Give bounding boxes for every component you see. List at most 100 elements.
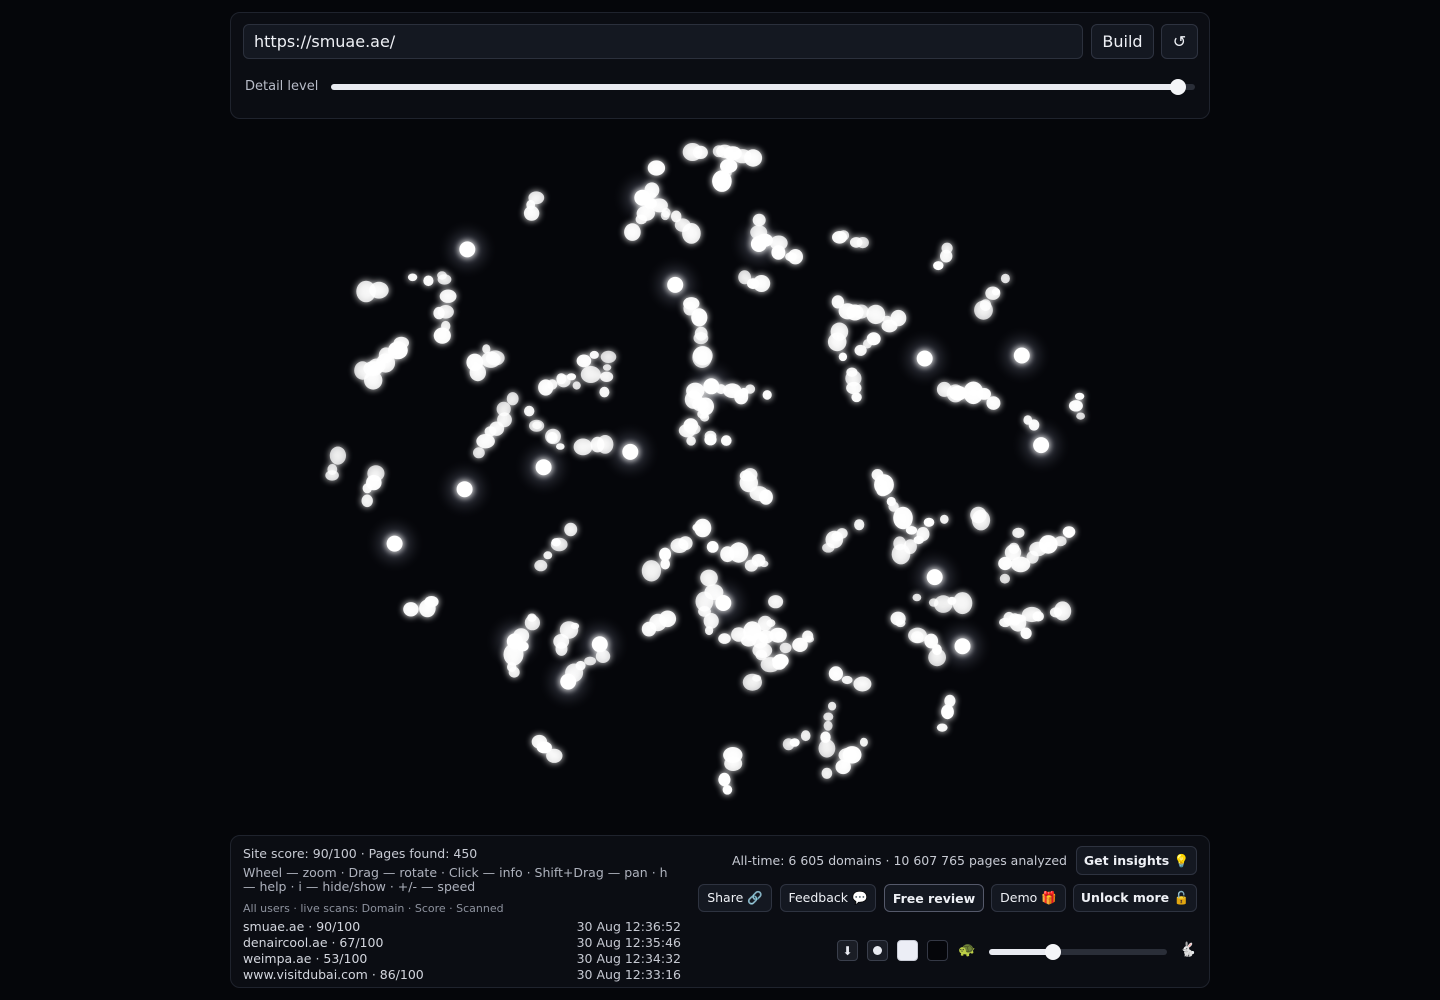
page-node[interactable]: [551, 538, 561, 547]
page-node[interactable]: [572, 381, 581, 390]
page-node[interactable]: [362, 483, 372, 494]
page-node[interactable]: [729, 542, 749, 563]
page-node[interactable]: [403, 602, 419, 617]
page-node[interactable]: [792, 637, 808, 653]
page-node[interactable]: [1068, 400, 1083, 412]
page-node[interactable]: [838, 230, 850, 241]
page-node[interactable]: [952, 592, 973, 615]
page-node[interactable]: [838, 352, 848, 362]
page-node[interactable]: [712, 170, 732, 192]
page-node[interactable]: [895, 619, 906, 628]
page-node[interactable]: [524, 615, 541, 631]
page-node[interactable]: [705, 626, 714, 636]
hub-node[interactable]: [750, 236, 767, 252]
page-node[interactable]: [600, 350, 617, 363]
page-node[interactable]: [524, 405, 535, 417]
page-node[interactable]: [986, 396, 1001, 410]
hub-node[interactable]: [506, 633, 523, 650]
detail-level-thumb[interactable]: [1169, 79, 1186, 95]
page-node[interactable]: [941, 704, 954, 720]
page-node[interactable]: [576, 354, 592, 368]
page-node[interactable]: [876, 485, 890, 497]
page-node[interactable]: [469, 364, 486, 382]
page-node[interactable]: [1012, 527, 1025, 539]
hub-node[interactable]: [715, 595, 732, 611]
page-node[interactable]: [1023, 415, 1033, 425]
page-node[interactable]: [691, 308, 708, 327]
page-node[interactable]: [564, 522, 578, 537]
hub-node[interactable]: [926, 569, 943, 586]
page-node[interactable]: [686, 436, 696, 446]
page-node[interactable]: [744, 149, 763, 167]
page-node[interactable]: [538, 379, 554, 396]
page-node[interactable]: [771, 245, 786, 260]
page-node[interactable]: [745, 384, 756, 394]
page-node[interactable]: [846, 381, 862, 395]
page-node[interactable]: [706, 541, 719, 553]
page-node[interactable]: [692, 397, 708, 412]
page-node[interactable]: [821, 767, 833, 779]
page-node[interactable]: [1000, 273, 1010, 284]
page-node[interactable]: [828, 666, 844, 681]
page-node[interactable]: [697, 409, 709, 419]
page-node[interactable]: [647, 160, 666, 176]
page-node[interactable]: [841, 675, 853, 685]
page-node[interactable]: [851, 392, 862, 403]
page-node[interactable]: [1076, 412, 1085, 420]
page-node[interactable]: [752, 275, 771, 292]
page-node[interactable]: [692, 346, 713, 366]
page-node[interactable]: [853, 304, 869, 319]
page-node[interactable]: [933, 261, 944, 271]
page-node[interactable]: [856, 237, 869, 249]
page-node[interactable]: [911, 631, 924, 643]
hub-node[interactable]: [667, 276, 684, 293]
page-node[interactable]: [985, 286, 1001, 300]
page-node[interactable]: [368, 358, 386, 374]
page-node[interactable]: [853, 676, 872, 692]
page-node[interactable]: [602, 364, 612, 371]
unlock-more-button[interactable]: Unlock more 🔓: [1073, 884, 1197, 912]
page-node[interactable]: [407, 273, 418, 282]
page-node[interactable]: [419, 599, 436, 618]
page-node[interactable]: [866, 304, 886, 325]
page-node[interactable]: [823, 712, 834, 721]
page-node[interactable]: [584, 656, 596, 666]
page-node[interactable]: [660, 210, 670, 221]
page-node[interactable]: [354, 361, 371, 380]
page-node[interactable]: [722, 785, 733, 795]
page-node[interactable]: [361, 494, 373, 508]
page-node[interactable]: [546, 432, 558, 444]
page-node[interactable]: [580, 366, 601, 383]
page-node[interactable]: [940, 514, 949, 524]
page-node[interactable]: [476, 434, 495, 449]
page-node[interactable]: [590, 436, 605, 453]
dark-theme-swatch[interactable]: [927, 940, 948, 961]
reset-button[interactable]: ↺: [1161, 24, 1198, 59]
page-node[interactable]: [641, 560, 662, 582]
page-node[interactable]: [1020, 627, 1032, 640]
hub-node[interactable]: [386, 535, 403, 552]
page-node[interactable]: [682, 223, 701, 244]
page-node[interactable]: [670, 538, 689, 553]
speed-slider[interactable]: [989, 944, 1167, 960]
page-node[interactable]: [523, 205, 540, 221]
page-node[interactable]: [700, 569, 718, 587]
page-node[interactable]: [721, 435, 732, 446]
page-node[interactable]: [589, 350, 599, 359]
page-node[interactable]: [893, 506, 913, 530]
page-node[interactable]: [782, 738, 795, 751]
page-node[interactable]: [940, 249, 953, 263]
page-node[interactable]: [546, 748, 563, 763]
page-node[interactable]: [779, 642, 792, 654]
page-node[interactable]: [369, 281, 389, 299]
page-node[interactable]: [759, 560, 769, 568]
page-node[interactable]: [752, 213, 766, 227]
page-node[interactable]: [724, 756, 743, 771]
get-insights-button[interactable]: Get insights 💡: [1076, 846, 1197, 875]
detail-level-slider[interactable]: [331, 79, 1195, 95]
speed-thumb[interactable]: [1045, 944, 1062, 960]
page-node[interactable]: [573, 438, 593, 456]
page-node[interactable]: [532, 421, 542, 430]
page-node[interactable]: [423, 275, 434, 287]
page-node[interactable]: [716, 144, 734, 158]
